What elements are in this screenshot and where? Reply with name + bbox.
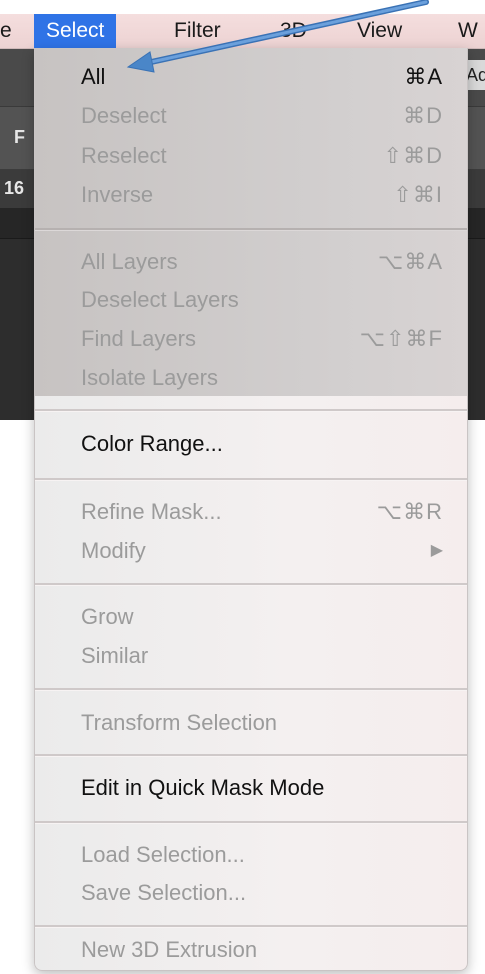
menubar-item-view[interactable]: View <box>357 14 402 48</box>
menu-item-shortcut: ⇧⌘I <box>393 182 443 207</box>
menu-item-label: Edit in Quick Mask Mode <box>81 775 325 800</box>
menu-item-new-3d-extrusion[interactable]: New 3D Extrusion <box>81 934 443 966</box>
menu-item-quick-mask-mode[interactable]: Edit in Quick Mask Mode <box>81 772 443 804</box>
menu-item-label: Load Selection... <box>81 842 245 867</box>
menu-item-shortcut: ⌘D <box>403 103 443 128</box>
menu-item-label: New 3D Extrusion <box>81 937 258 962</box>
options-bar-label: F <box>14 127 25 147</box>
menu-item-label: Deselect Layers <box>81 287 239 312</box>
submenu-arrow-icon: ▶ <box>430 542 443 559</box>
menu-item-transform-selection[interactable]: Transform Selection <box>81 707 443 739</box>
menu-item-label: Color Range... <box>81 431 223 456</box>
select-dropdown-menu: All ⌘A Deselect ⌘D Reselect ⇧⌘D Inverse … <box>34 48 468 971</box>
menu-item-find-layers[interactable]: Find Layers ⌥⇧⌘F <box>81 323 443 355</box>
menu-separator <box>35 478 467 481</box>
menubar-item-image[interactable]: e <box>0 14 12 48</box>
menu-item-shortcut: ⌥⇧⌘F <box>359 326 443 351</box>
menubar-item-select[interactable]: Select <box>34 14 117 48</box>
menu-item-label: Find Layers <box>81 326 196 351</box>
menu-item-label: Save Selection... <box>81 880 247 905</box>
menu-item-label: Deselect <box>81 103 167 128</box>
menu-item-shortcut: ⌘A <box>404 64 443 89</box>
menu-item-label: All <box>81 64 106 89</box>
menu-item-all-layers[interactable]: All Layers ⌥⌘A <box>81 246 443 278</box>
menu-separator <box>35 688 467 691</box>
menu-item-deselect-layers[interactable]: Deselect Layers <box>81 284 443 316</box>
screenshot: F 16 Ad e Select Filter 3D View W All ⌘A… <box>0 0 485 974</box>
menu-item-label: Modify <box>81 538 146 563</box>
menu-item-reselect[interactable]: Reselect ⇧⌘D <box>81 140 443 172</box>
menu-item-modify[interactable]: Modify ▶ <box>81 535 443 567</box>
menu-item-shortcut: ⌥⌘R <box>376 499 443 524</box>
menu-item-grow[interactable]: Grow <box>81 601 443 633</box>
menu-item-label: Inverse <box>81 182 154 207</box>
menu-separator <box>35 754 467 757</box>
menubar-item-window[interactable]: W <box>458 14 478 48</box>
menubar-item-filter[interactable]: Filter <box>174 14 221 48</box>
menu-item-label: Refine Mask... <box>81 499 222 524</box>
menu-item-shortcut: ⇧⌘D <box>383 143 443 168</box>
menu-item-similar[interactable]: Similar <box>81 640 443 672</box>
menu-separator <box>35 925 467 928</box>
menu-separator <box>35 821 467 824</box>
top-strip <box>0 0 485 14</box>
menu-separator <box>35 228 467 231</box>
menu-item-all[interactable]: All ⌘A <box>81 61 443 93</box>
menu-item-label: All Layers <box>81 249 178 274</box>
menu-item-refine-mask[interactable]: Refine Mask... ⌥⌘R <box>81 496 443 528</box>
menu-item-label: Grow <box>81 604 134 629</box>
menubar-item-3d[interactable]: 3D <box>280 14 307 48</box>
right-panel-tab[interactable]: Ad <box>466 60 485 90</box>
menu-item-shortcut: ⌥⌘A <box>377 249 443 274</box>
document-tab-label: 16 <box>4 178 25 198</box>
menu-item-color-range[interactable]: Color Range... <box>81 428 443 460</box>
menu-item-load-selection[interactable]: Load Selection... <box>81 839 443 871</box>
menu-item-isolate-layers[interactable]: Isolate Layers <box>81 362 443 394</box>
menu-item-deselect[interactable]: Deselect ⌘D <box>81 100 443 132</box>
menu-item-label: Similar <box>81 643 149 668</box>
menu-separator <box>35 409 467 412</box>
menu-item-label: Transform Selection <box>81 710 278 735</box>
menu-bar: e Select Filter 3D View W <box>0 14 485 49</box>
menu-separator <box>35 583 467 586</box>
menu-item-inverse[interactable]: Inverse ⇧⌘I <box>81 179 443 211</box>
menu-item-save-selection[interactable]: Save Selection... <box>81 877 443 909</box>
menu-item-label: Isolate Layers <box>81 365 218 390</box>
menu-item-label: Reselect <box>81 143 167 168</box>
